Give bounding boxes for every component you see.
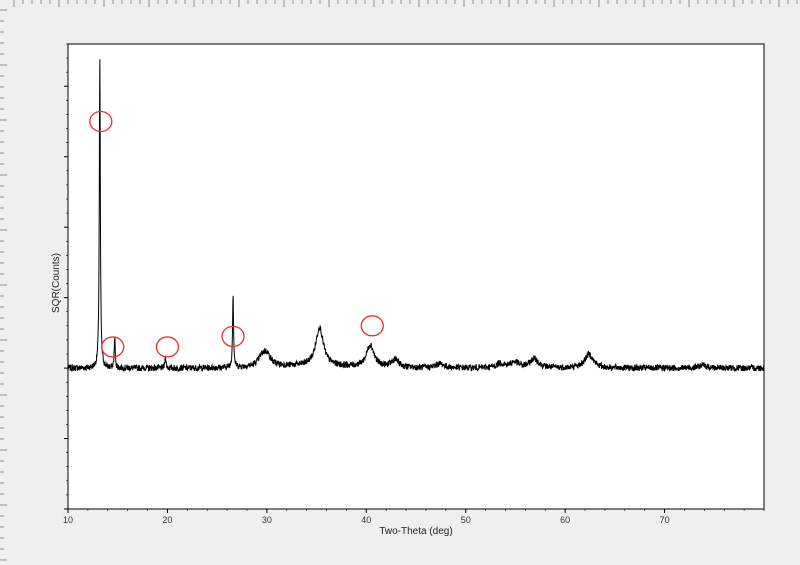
window-edge-ruler-top bbox=[13, 0, 798, 7]
x-tick-label: 10 bbox=[63, 515, 73, 525]
x-axis-title: Two-Theta (deg) bbox=[379, 526, 452, 537]
plot-area bbox=[67, 43, 765, 510]
x-tick-label: 60 bbox=[560, 515, 570, 525]
x-tick-label: 70 bbox=[660, 515, 670, 525]
xrd-chart: 10 20 30 40 50 60 70 Two-Theta (deg) SQR(Count… bbox=[0, 0, 798, 561]
y-axis bbox=[64, 43, 68, 510]
x-axis: 10 20 30 40 50 60 70 bbox=[63, 509, 765, 525]
x-tick-label: 50 bbox=[461, 515, 471, 525]
x-tick-label: 20 bbox=[162, 515, 172, 525]
window-edge-ruler-left bbox=[0, 9, 7, 561]
x-tick-label: 40 bbox=[361, 515, 371, 525]
x-tick-label: 30 bbox=[262, 515, 272, 525]
y-axis-title: SQR(Counts) bbox=[51, 253, 62, 313]
